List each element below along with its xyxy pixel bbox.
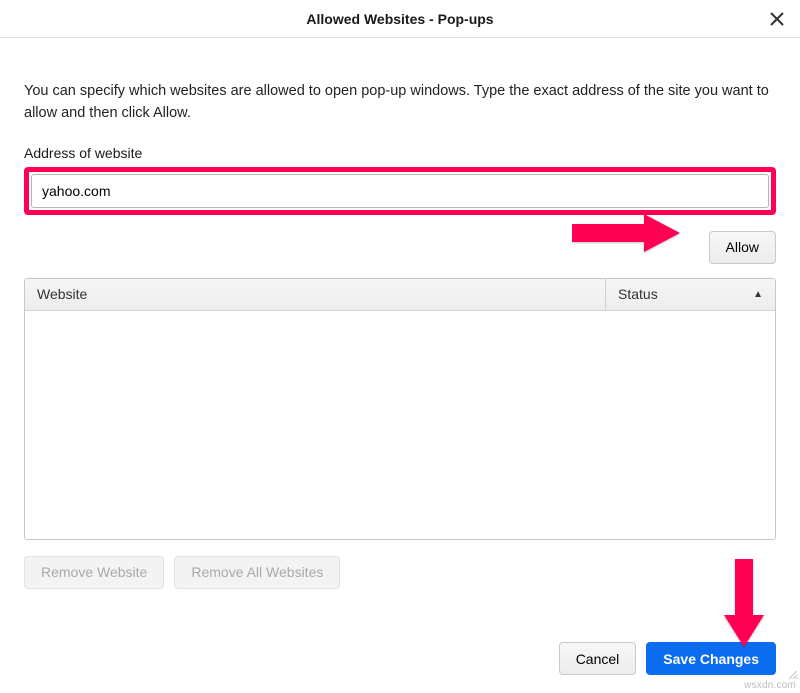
titlebar: Allowed Websites - Pop-ups bbox=[0, 0, 800, 38]
address-input[interactable] bbox=[31, 174, 769, 208]
column-website[interactable]: Website bbox=[25, 279, 605, 310]
cancel-button[interactable]: Cancel bbox=[559, 642, 637, 675]
remove-all-websites-button[interactable]: Remove All Websites bbox=[174, 556, 340, 589]
allow-button[interactable]: Allow bbox=[709, 231, 776, 264]
footer-buttons: Cancel Save Changes bbox=[559, 642, 776, 675]
address-highlight-annotation bbox=[24, 167, 776, 215]
dialog-content: You can specify which websites are allow… bbox=[0, 38, 800, 589]
close-button[interactable] bbox=[766, 8, 788, 30]
close-icon bbox=[769, 11, 785, 27]
remove-website-button[interactable]: Remove Website bbox=[24, 556, 164, 589]
column-status-label: Status bbox=[618, 286, 658, 302]
column-status[interactable]: Status ▲ bbox=[605, 279, 775, 310]
resize-grip-icon bbox=[786, 667, 798, 679]
column-website-label: Website bbox=[37, 286, 87, 302]
dialog-title: Allowed Websites - Pop-ups bbox=[306, 11, 493, 27]
table-header: Website Status ▲ bbox=[25, 279, 775, 311]
watermark-text: wsxdn.com bbox=[744, 680, 796, 691]
sort-caret-icon: ▲ bbox=[753, 289, 763, 300]
address-label: Address of website bbox=[24, 145, 776, 161]
websites-table: Website Status ▲ bbox=[24, 278, 776, 540]
description-text: You can specify which websites are allow… bbox=[24, 80, 776, 125]
table-body-empty bbox=[25, 311, 775, 539]
save-changes-button[interactable]: Save Changes bbox=[646, 642, 776, 675]
